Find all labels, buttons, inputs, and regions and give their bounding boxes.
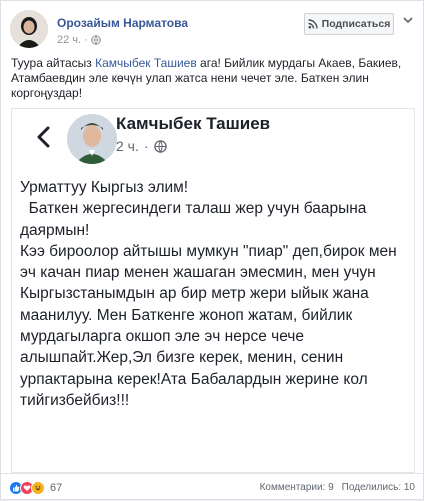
haha-reaction-icon: [31, 481, 45, 495]
globe-icon: [90, 35, 101, 45]
subscribe-label: Подписаться: [321, 18, 391, 30]
shared-post-body: Урматтуу Кыргыз элим! Баткен жергесиндег…: [20, 177, 410, 411]
post-card: Орозайым Нарматова 22 ч. · Подписаться Т…: [0, 0, 424, 500]
post-meta: 22 ч. ·: [57, 34, 101, 46]
chevron-down-icon: [403, 17, 413, 24]
shares-count-link[interactable]: Поделились: 10: [342, 482, 415, 493]
shared-post-meta: 2 ч. ·: [116, 138, 167, 154]
post-stats: Комментарии: 9 Поделились: 10: [260, 482, 415, 493]
author-avatar[interactable]: [10, 10, 48, 48]
post-text: Туура айтасыз Камчыбек Ташиев ага! Бийли…: [11, 56, 415, 101]
post-options-button[interactable]: [399, 11, 417, 29]
post-text-start: Туура айтасыз: [11, 56, 96, 70]
rss-icon: [308, 19, 318, 29]
globe-icon: [153, 139, 167, 153]
subscribe-button[interactable]: Подписаться: [304, 13, 394, 35]
shared-paragraph: Кээ бироолор айтышы мумкун "пиар" деп,би…: [20, 242, 401, 409]
comments-count-link[interactable]: Комментарии: 9: [260, 482, 334, 493]
shared-post-time: 2 ч.: [116, 138, 139, 154]
shared-post-screenshot[interactable]: Камчыбек Ташиев 2 ч. · Урматтуу Кыргыз э…: [11, 108, 415, 473]
shared-paragraph: Урматтуу Кыргыз элим!: [20, 179, 189, 196]
post-time[interactable]: 22 ч.: [57, 34, 81, 46]
post-footer: 67 Комментарии: 9 Поделились: 10: [1, 473, 424, 501]
back-arrow-icon: [37, 126, 50, 148]
shared-author-avatar: [67, 114, 117, 164]
reaction-count: 67: [50, 482, 63, 494]
post-author-name[interactable]: Орозайым Нарматова: [57, 16, 188, 30]
mention-link[interactable]: Камчыбек Ташиев: [95, 56, 197, 70]
shared-paragraph: Баткен жергесиндеги талаш жер учун баары…: [20, 200, 371, 239]
shared-author-name: Камчыбек Ташиев: [116, 114, 271, 133]
reactions-summary[interactable]: 67: [9, 481, 62, 495]
